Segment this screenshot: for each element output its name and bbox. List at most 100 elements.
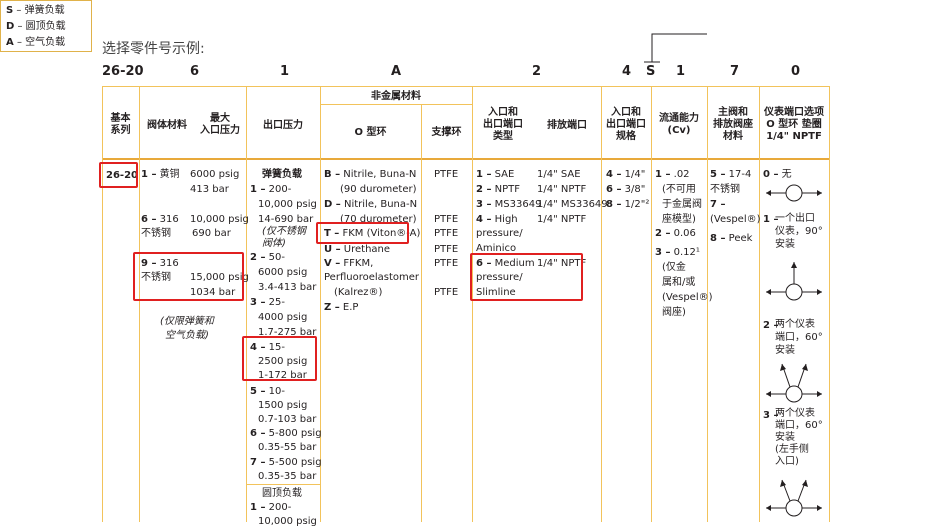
header-body-material: 阀体材料	[147, 120, 187, 131]
gauge-0-diagram-icon	[766, 184, 822, 202]
gauge-2-diagram-icon	[766, 363, 822, 403]
flow-2: 2 – 0.06	[655, 228, 696, 239]
header-valve-material: 主阀和 排放阀座 材料	[713, 107, 753, 142]
flow-1: 1 – .02	[655, 169, 690, 180]
outlet-2-bar: 3.4-413 bar	[258, 282, 317, 293]
header-backup: 支撑环	[431, 127, 462, 138]
code-outlet: 1	[280, 64, 290, 79]
vent-1: 1/4" SAE	[537, 169, 581, 180]
outlet-5: 5 – 10-	[250, 386, 285, 397]
code-gauge: 0	[791, 64, 801, 79]
outlet-2: 2 – 50-	[250, 252, 285, 263]
oring-v-name: Perfluoroelastomer	[324, 272, 420, 283]
backup-v: PTFE	[434, 258, 459, 269]
highlight-port	[470, 253, 583, 301]
gauge-3-desc: 两个仪表 端口，60° 安装 (左手侧 入口)	[775, 408, 823, 467]
oring-v-brand: (Kalrez®)	[334, 287, 383, 298]
valve-8: 8 – Peek	[710, 233, 753, 244]
legend-connector	[644, 33, 707, 63]
highlight-body	[133, 252, 244, 301]
valve-5-l2: 不锈钢	[710, 184, 740, 195]
header-gauge: 仪表端口选项 O 型环 垫圈 1/4" NPTF	[764, 107, 824, 142]
header-nonmetal: 非金属材料	[371, 91, 421, 102]
outlet-1: 1 – 200-	[250, 184, 292, 195]
outlet-dome-1: 1 – 200-	[250, 502, 292, 513]
code-valve: 7	[730, 64, 740, 79]
size-8: 8 – 1/2"²	[606, 199, 650, 210]
valve-7: 7 –	[710, 199, 726, 210]
gauge-3-diagram-icon	[766, 479, 822, 517]
body-row-6-psig: 10,000 psig	[190, 214, 249, 225]
backup-d: PTFE	[434, 214, 459, 225]
highlight-oring	[316, 222, 409, 244]
port-3: 3 – MS33649	[476, 199, 542, 210]
body-note: (仅限弹簧和 空气负载)	[160, 316, 214, 341]
outlet-5-bar: 0.7-103 bar	[258, 414, 317, 425]
load-legend: S – 弹簧负载 D – 圆顶负载 A – 空气负载	[0, 0, 92, 52]
body-row-6: 6 – 316	[141, 214, 179, 225]
port-1: 1 – SAE	[476, 169, 515, 180]
oring-z: Z – E.P	[324, 302, 359, 313]
valve-5: 5 – 17-4	[710, 169, 752, 180]
backup-z: PTFE	[434, 287, 459, 298]
outlet-6-bar: 0.35-55 bar	[258, 442, 317, 453]
code-port: 2	[532, 64, 542, 79]
highlight-base	[99, 162, 138, 188]
outlet-3-psig: 4000 psig	[258, 312, 308, 323]
header-base: 基本 系列	[110, 113, 131, 136]
oring-b: B – Nitrile, Buna-N	[324, 169, 417, 180]
port-2: 2 – NPTF	[476, 184, 521, 195]
oring-u: U – Urethane	[324, 244, 391, 255]
body-row-1-psig: 6000 psig	[190, 169, 240, 180]
oring-v: V – FFKM,	[324, 258, 374, 269]
header-port-size: 入口和 出口端口 规格	[606, 107, 646, 142]
body-row-1-bar: 413 bar	[190, 184, 229, 195]
code-oring: A	[391, 64, 402, 79]
outlet-1-psig: 10,000 psig	[258, 199, 317, 210]
flow-1-note: (不可用 于金属阀 座模型)	[662, 184, 702, 225]
outlet-6: 6 – 5-800 psig	[250, 428, 322, 439]
code-base: 26-20	[102, 64, 144, 79]
header-outlet: 出口压力	[263, 120, 303, 131]
header-vent: 排放端口	[547, 120, 587, 131]
vent-2: 1/4" NPTF	[537, 184, 587, 195]
backup-b: PTFE	[434, 169, 459, 180]
outlet-dome-title: 圆顶负载	[262, 488, 302, 499]
header-flow: 流通能力 (Cv)	[659, 113, 699, 136]
outlet-7: 7 – 5-500 psig	[250, 457, 322, 468]
flow-3-note: (仅金 属和/或 (Vespel®) 阀座)	[662, 262, 713, 318]
body-row-6-bar: 690 bar	[192, 228, 231, 239]
outlet-7-bar: 0.35-35 bar	[258, 471, 317, 482]
body-row-1: 1 – 黄铜	[141, 169, 180, 180]
highlight-outlet	[242, 336, 317, 381]
backup-u: PTFE	[434, 244, 459, 255]
outlet-3: 3 – 25-	[250, 297, 285, 308]
port-4-l2: pressure/	[476, 228, 523, 239]
outlet-spring-title: 弹簧负载	[262, 169, 302, 180]
size-6: 6 – 3/8"	[606, 184, 646, 195]
code-size: 4	[622, 64, 632, 79]
vent-3: 1/4" MS33649	[537, 199, 608, 210]
header-inlet-port: 入口和 出口端口 类型	[483, 107, 523, 142]
size-4: 4 – 1/4"	[606, 169, 646, 180]
code-body: 6	[190, 64, 200, 79]
header-max-inlet: 最大 入口压力	[200, 113, 240, 136]
outlet-5-psig: 1500 psig	[258, 400, 308, 411]
oring-b-dur: (90 durometer)	[340, 184, 417, 195]
vent-4: 1/4" NPTF	[537, 214, 587, 225]
gauge-0: 0 – 无	[763, 169, 792, 180]
oring-d: D – Nitrile, Buna-N	[324, 199, 418, 210]
outlet-1-bar: 14-690 bar	[258, 214, 314, 225]
backup-t: PTFE	[434, 228, 459, 239]
port-4: 4 – High	[476, 214, 518, 225]
flow-3: 3 – 0.12¹	[655, 247, 700, 258]
header-oring: O 型环	[354, 127, 387, 138]
gauge-1-desc: 一个出口 仪表，90° 安装	[775, 213, 823, 250]
page-title: 选择零件号示例:	[102, 41, 205, 57]
valve-7-l2: (Vespel®)	[710, 214, 761, 225]
outlet-1-note: (仅不锈钢 阀体)	[262, 226, 306, 249]
gauge-1-diagram-icon	[766, 262, 822, 301]
outlet-2-psig: 6000 psig	[258, 267, 308, 278]
gauge-2-desc: 两个仪表 端口，60° 安装	[775, 319, 823, 356]
body-row-6-mat: 不锈钢	[141, 228, 171, 239]
